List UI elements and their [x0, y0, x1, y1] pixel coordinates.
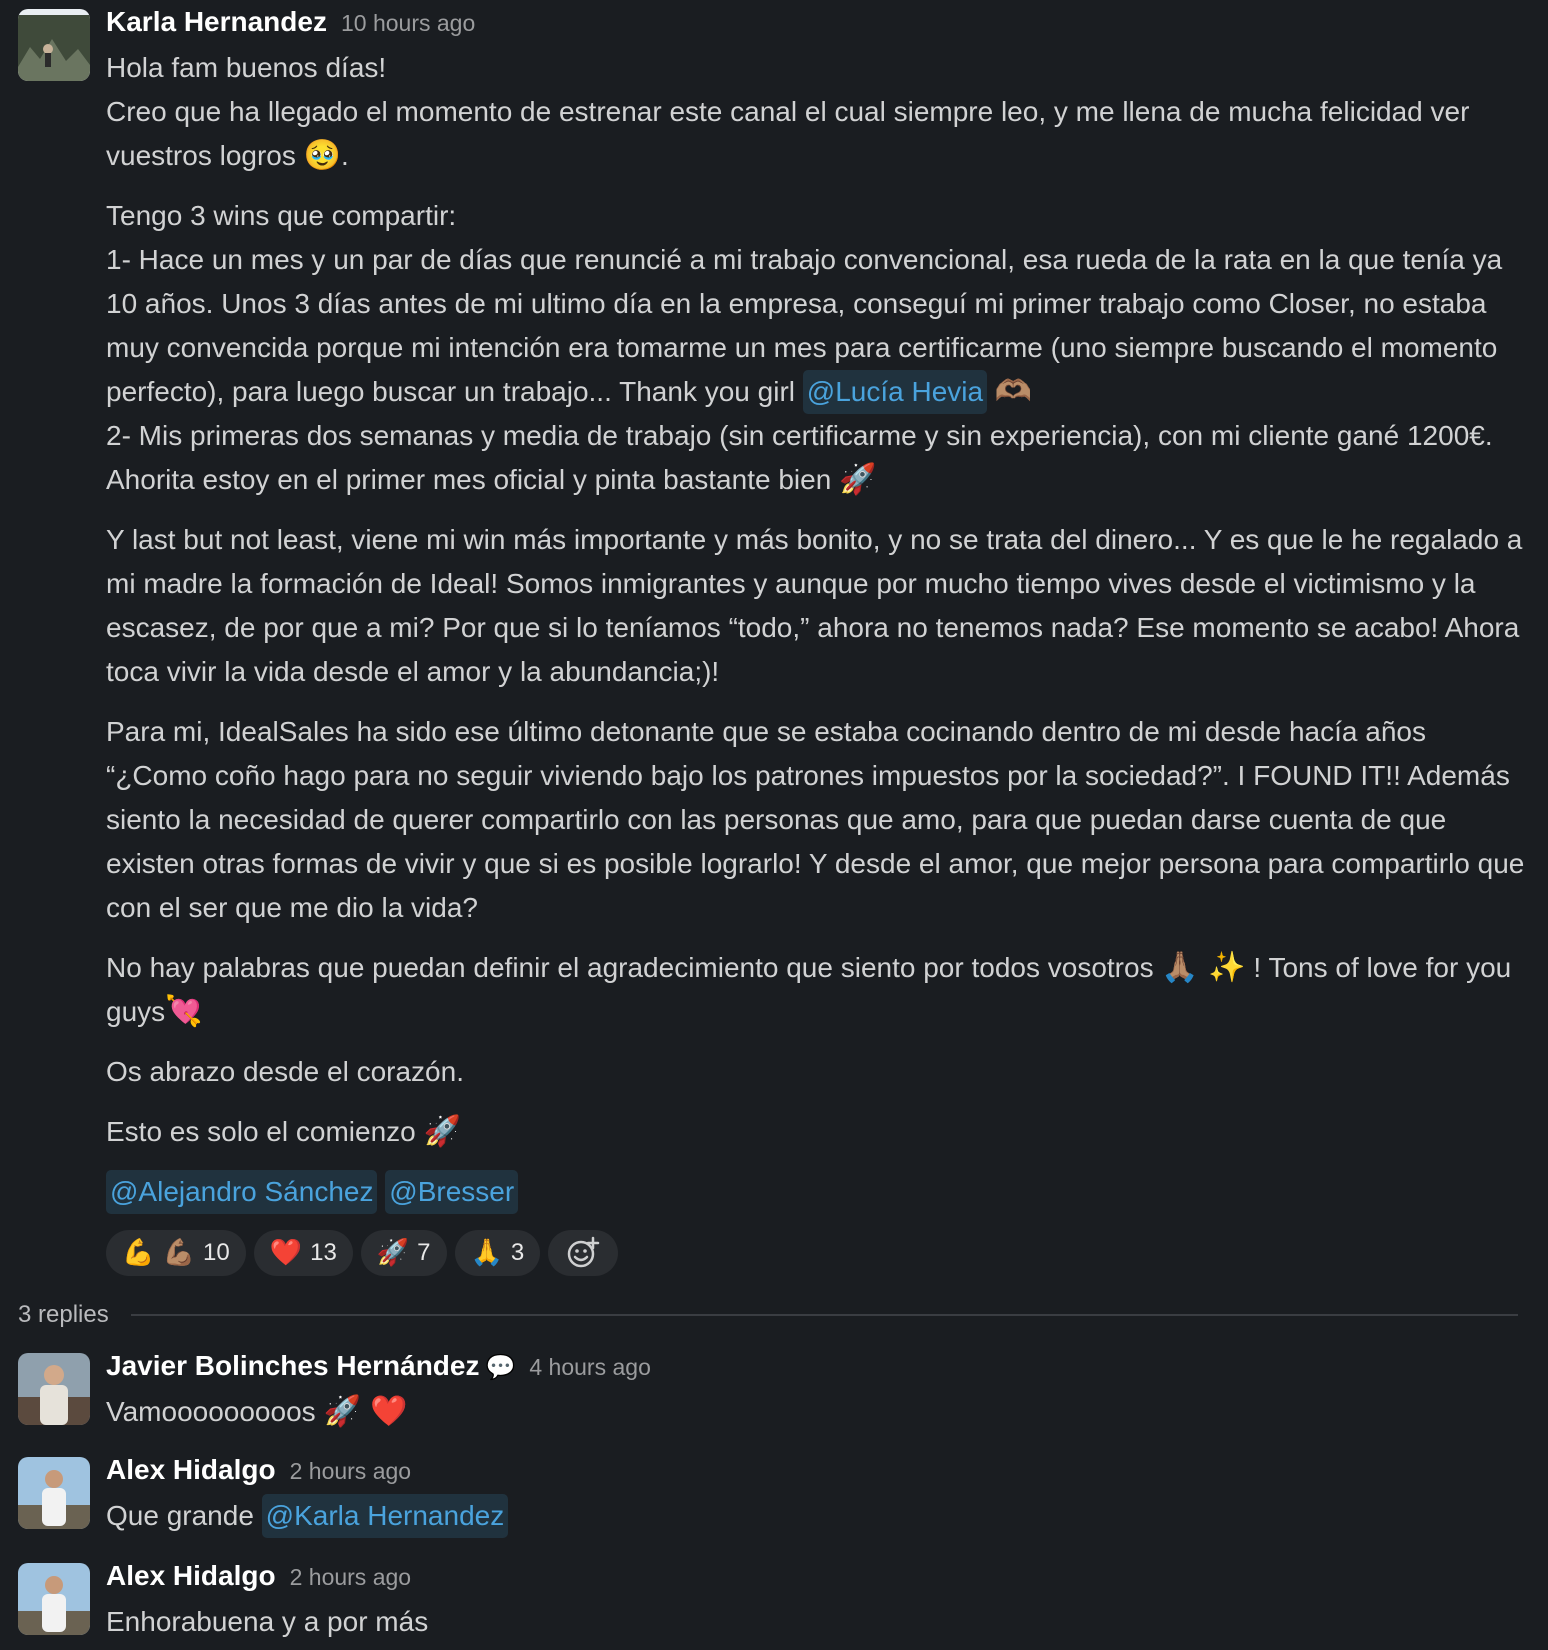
paragraph: Os abrazo desde el corazón.	[106, 1056, 464, 1087]
text: .	[341, 140, 349, 171]
person-avatar-icon	[18, 1563, 90, 1635]
paragraph: No hay palabras que puedan definir el ag…	[106, 946, 1528, 1034]
timestamp[interactable]: 2 hours ago	[290, 1564, 411, 1591]
text: Esto es solo el comienzo	[106, 1116, 416, 1147]
heart-arrow-emoji-icon: 💘	[165, 994, 203, 1029]
person-avatar-icon	[18, 1353, 90, 1425]
reaction-rocket[interactable]: 🚀 7	[360, 1230, 447, 1276]
mention-alejandro[interactable]: @Alejandro Sánchez	[106, 1170, 378, 1214]
reaction-pray[interactable]: 🙏 3	[454, 1230, 541, 1276]
avatar[interactable]	[18, 1457, 90, 1529]
person-avatar-icon	[18, 1457, 90, 1529]
reaction-heart[interactable]: ❤️ 13	[253, 1230, 353, 1276]
reaction-count: 3	[510, 1239, 525, 1266]
pleading-face-emoji-icon: 🥹	[303, 138, 342, 173]
timestamp[interactable]: 10 hours ago	[341, 10, 475, 37]
rocket-emoji-icon: 🚀	[839, 462, 877, 497]
text: Enhorabuena y a por más	[106, 1606, 429, 1637]
message-body: Hola fam buenos días! Creo que ha llegad…	[106, 46, 1528, 1214]
rocket-heart-emoji-icon: 🚀 ❤️	[323, 1394, 408, 1429]
message-header: Karla Hernandez 10 hours ago	[106, 6, 1528, 46]
paragraph: Tengo 3 wins que compartir: 1- Hace un m…	[106, 194, 1528, 502]
mention-lucia[interactable]: @Lucía Hevia	[802, 370, 988, 414]
divider-line	[130, 1314, 1518, 1316]
mention-bresser[interactable]: @Bresser	[385, 1170, 519, 1214]
reaction-count: 7	[417, 1239, 431, 1266]
avatar[interactable]	[18, 9, 90, 81]
paragraph: Creo que ha llegado el momento de estren…	[106, 90, 1528, 178]
author-name[interactable]: Karla Hernandez	[106, 6, 327, 38]
rocket-emoji-icon: 🚀	[376, 1238, 410, 1268]
replies-divider: 3 replies	[18, 1300, 1518, 1330]
paragraph: Esto es solo el comienzo 🚀	[106, 1110, 1528, 1154]
reaction-muscle[interactable]: 💪 💪🏽 10	[106, 1230, 246, 1276]
author-name[interactable]: Alex Hidalgo	[106, 1454, 276, 1486]
mentions-line: @Alejandro Sánchez @Bresser	[106, 1170, 1528, 1214]
line: Hola fam buenos días!	[106, 52, 387, 83]
mention-karla[interactable]: @Karla Hernandez	[261, 1494, 509, 1538]
line: 2- Mis primeras dos semanas y media de t…	[106, 414, 1528, 502]
heart-emoji-icon: ❤️	[269, 1238, 303, 1268]
message-header: Alex Hidalgo 2 hours ago	[106, 1454, 1528, 1494]
muscle-emoji-icon: 💪 💪🏽	[122, 1238, 196, 1268]
paragraph: Para mi, IdealSales ha sido ese último d…	[106, 716, 1525, 923]
reaction-count: 13	[310, 1239, 337, 1266]
reactions-bar: 💪 💪🏽 10 ❤️ 13 🚀 7 🙏 3	[106, 1230, 1528, 1276]
author-name[interactable]: Javier Bolinches Hernández	[106, 1350, 479, 1382]
speech-bubble-icon: 💬	[485, 1353, 516, 1381]
replies-count[interactable]: 3 replies	[18, 1301, 109, 1329]
timestamp[interactable]: 4 hours ago	[529, 1354, 650, 1381]
add-emoji-icon	[568, 1236, 600, 1268]
message-body: Que grande @Karla Hernandez	[106, 1494, 1528, 1538]
avatar[interactable]	[18, 1563, 90, 1635]
message-header: Javier Bolinches Hernández 💬 4 hours ago	[106, 1350, 1528, 1390]
pray-sparkles-emoji-icon: 🙏🏽 ✨	[1161, 950, 1246, 985]
line: Tengo 3 wins que compartir:	[106, 200, 457, 231]
heart-hands-emoji-icon: 🫶🏽	[994, 374, 1033, 409]
message-body: Vamooooooooos 🚀 ❤️	[106, 1390, 1528, 1434]
text: No hay palabras que puedan definir el ag…	[106, 952, 1154, 983]
text: Que grande	[106, 1500, 254, 1531]
timestamp[interactable]: 2 hours ago	[290, 1458, 411, 1485]
text: 2- Mis primeras dos semanas y media de t…	[106, 420, 1493, 495]
text: Vamooooooooos	[106, 1396, 316, 1427]
landscape-avatar-icon	[18, 9, 90, 81]
paragraph: Y last but not least, viene mi win más i…	[106, 524, 1523, 687]
reaction-count: 10	[203, 1239, 230, 1266]
message-body: Enhorabuena y a por más	[106, 1600, 1528, 1644]
author-name[interactable]: Alex Hidalgo	[106, 1560, 276, 1592]
rocket-emoji-icon: 🚀	[423, 1114, 461, 1149]
avatar[interactable]	[18, 1353, 90, 1425]
add-reaction-button[interactable]	[548, 1230, 619, 1276]
line: 1- Hace un mes y un par de días que renu…	[106, 238, 1528, 414]
pray-emoji-icon: 🙏	[470, 1238, 503, 1268]
message-header: Alex Hidalgo 2 hours ago	[106, 1560, 1528, 1600]
